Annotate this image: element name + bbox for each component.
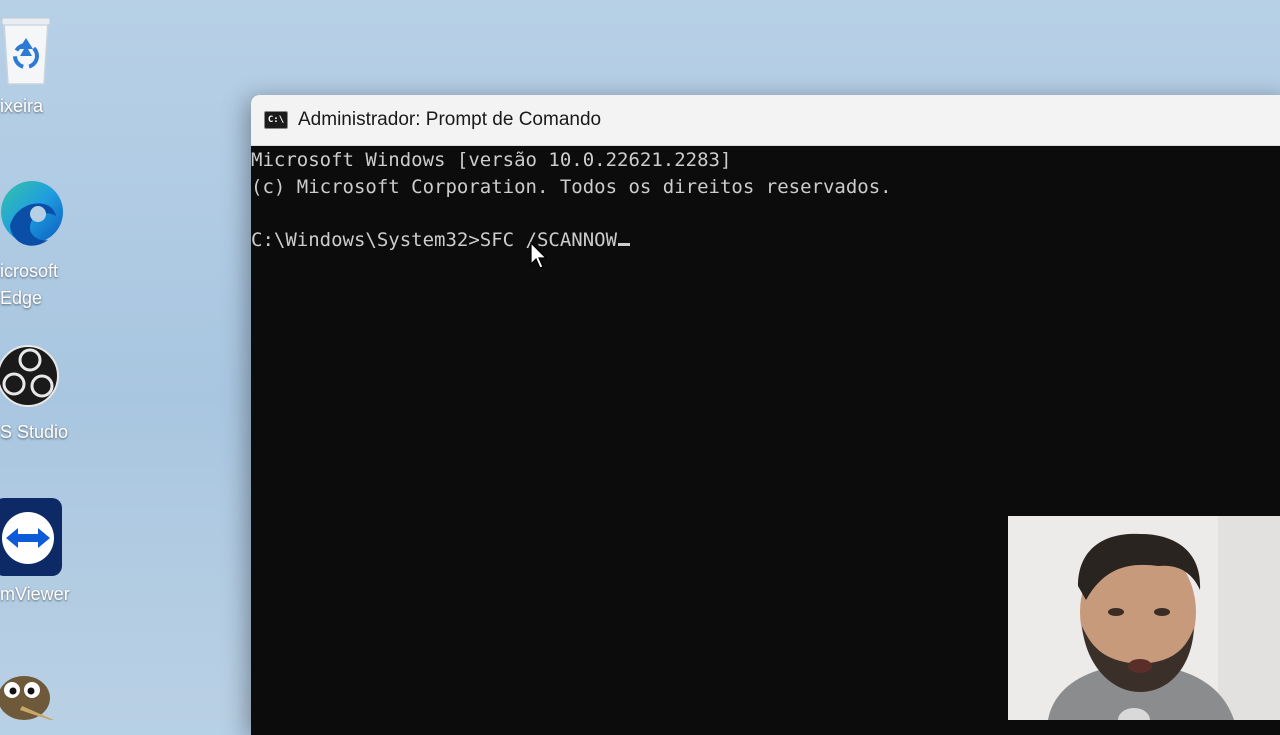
- console-line: Microsoft Windows [versão 10.0.22621.228…: [251, 149, 732, 171]
- desktop-icon-label: ixeira: [0, 96, 44, 116]
- desktop-icon-edge[interactable]: icrosoft Edge: [0, 170, 90, 310]
- command-text: C:\Windows\System32>SFC /SCANNOW: [251, 228, 618, 251]
- desktop-icon-teamviewer[interactable]: mViewer: [0, 496, 90, 616]
- teamviewer-icon: [0, 498, 64, 583]
- recycle-bin-icon: [0, 14, 52, 91]
- text-cursor: [618, 242, 631, 246]
- desktop-icon-recycle-bin[interactable]: ixeira: [0, 8, 90, 128]
- desktop-icon-label: S Studio: [0, 422, 69, 442]
- cmd-icon: C:\: [264, 111, 288, 129]
- obs-icon: [0, 338, 60, 419]
- presenter-webcam: [1008, 516, 1280, 720]
- desktop-icon-obs-studio[interactable]: S Studio: [0, 336, 90, 456]
- title-bar[interactable]: C:\ Administrador: Prompt de Comando: [251, 95, 1280, 146]
- command-input-line[interactable]: C:\Windows\System32>SFC /SCANNOW: [251, 227, 1280, 254]
- mouse-pointer-icon: [530, 241, 548, 275]
- desktop-icon-label: icrosoft Edge: [0, 261, 59, 308]
- window-title: Administrador: Prompt de Comando: [298, 109, 602, 130]
- desktop-icon-gimp[interactable]: [0, 660, 90, 720]
- desktop-icon-label: mViewer: [0, 584, 70, 604]
- console-line: (c) Microsoft Corporation. Todos os dire…: [251, 175, 892, 198]
- edge-icon: [0, 170, 64, 257]
- gimp-icon: [0, 666, 56, 725]
